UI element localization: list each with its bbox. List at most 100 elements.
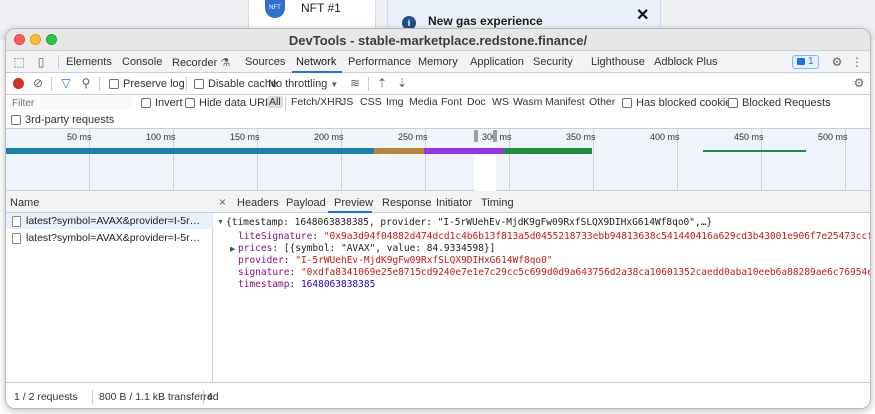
json-line-signature: signature: "0xdfa8341069e25e8715cd9240e7… [238,267,870,278]
more-options-icon[interactable]: ⋮ [850,55,864,69]
network-settings-gear-icon[interactable]: ⚙ [852,76,866,90]
tick-label: 50 ms [67,132,92,142]
close-details-icon[interactable]: × [219,195,226,209]
search-icon[interactable]: ⚲ [79,76,93,90]
tab-security[interactable]: Security [533,56,573,68]
invert-checkbox[interactable] [141,98,151,108]
type-filter-other[interactable]: Other [587,96,617,108]
file-icon [12,233,21,244]
has-blocked-cookies-checkbox[interactable] [622,98,632,108]
preserve-log-checkbox[interactable] [109,79,119,89]
detail-tab-bar: × Headers Payload Preview Response Initi… [213,191,870,213]
active-detail-tab-indicator [328,211,372,213]
json-string-value: "0xdfa8341069e25e8715cd9240e7e1e7c29cc5c… [300,267,870,278]
tab-timing[interactable]: Timing [481,197,514,209]
hide-data-urls-label: Hide data URLs [199,97,277,109]
divider [58,55,59,69]
type-filter-manifest[interactable]: Manifest [543,96,587,108]
overview-selection-window[interactable] [474,148,496,191]
throttling-select[interactable]: No throttling ▼ [268,78,338,90]
tab-network[interactable]: Network [296,56,336,68]
expand-toggle-icon[interactable]: ▼ [217,219,224,226]
window-title: DevTools - stable-marketplace.redstone.f… [288,33,588,48]
tab-application[interactable]: Application [470,56,524,68]
json-line-timestamp: timestamp: 1648063838385 [238,279,376,290]
network-overview-timeline[interactable]: 50 ms 100 ms 150 ms 200 ms 250 ms 300 ms… [6,129,870,191]
filter-icon[interactable]: ▽ [59,76,73,90]
transferred-size: 800 B / 1.1 kB transferred [99,391,219,403]
third-party-checkbox[interactable] [11,115,21,125]
request-bar-ssl [424,148,504,154]
network-toolbar: ⊘ ▽ ⚲ Preserve log Disable cache No thro… [6,73,870,95]
tab-preview[interactable]: Preview [334,197,373,209]
type-filter-img[interactable]: Img [384,96,406,108]
device-toolbar-icon[interactable]: ▯ [34,55,48,69]
type-filter-fetch-xhr[interactable]: Fetch/XHR [289,96,344,108]
third-party-bar: 3rd-party requests [6,112,870,129]
type-filter-ws[interactable]: WS [490,96,511,108]
issues-badge[interactable]: 1 [792,55,819,69]
blocked-requests-checkbox[interactable] [728,98,738,108]
json-key: prices [238,243,273,254]
type-filter-css[interactable]: CSS [358,96,384,108]
network-conditions-icon[interactable]: ≋ [348,76,362,90]
tab-console[interactable]: Console [122,56,162,68]
table-row[interactable]: latest?symbol=AVAX&provider=I-5rWUehEv-M… [6,230,213,246]
name-column-header: Name [10,197,40,209]
selection-left-handle[interactable] [474,130,478,142]
tab-sources[interactable]: Sources [245,56,285,68]
export-har-icon[interactable]: ⇣ [395,76,409,90]
tab-recorder[interactable]: Recorder ⚗ [172,56,230,69]
tab-elements[interactable]: Elements [66,56,112,68]
tab-initiator[interactable]: Initiator [436,197,472,209]
json-line-prices[interactable]: prices: [{symbol: "AVAX", value: 84.9334… [238,243,495,254]
type-filter-js[interactable]: JS [339,96,355,108]
close-icon[interactable]: ✕ [636,5,649,25]
tab-recorder-label: Recorder [172,57,218,69]
request-name: latest?symbol=AVAX&provider=I-5rWUehEv-M… [26,215,210,227]
clear-icon[interactable]: ⊘ [31,76,45,90]
gas-experience-title: New gas experience [428,14,543,28]
inspect-element-icon[interactable]: ⬚ [12,55,26,69]
tick-label: 450 ms [734,132,764,142]
type-filter-media[interactable]: Media [407,96,440,108]
tab-memory[interactable]: Memory [418,56,458,68]
filter-input[interactable] [10,96,132,110]
preview-summary[interactable]: {timestamp: 1648063838385, provider: "I-… [226,217,712,228]
nft-label: NFT #1 [301,1,341,15]
hide-data-urls-checkbox[interactable] [185,98,195,108]
type-filter-font[interactable]: Font [439,96,464,108]
type-filter-doc[interactable]: Doc [465,96,488,108]
tab-payload[interactable]: Payload [286,197,326,209]
divider [99,77,100,91]
type-filter-wasm[interactable]: Wasm [511,96,544,108]
tick-label: 200 ms [314,132,344,142]
flask-icon: ⚗ [220,57,231,69]
request-details: × Headers Payload Preview Response Initi… [213,191,870,408]
request-name: latest?symbol=AVAX&provider=I-5rWUehEv-M… [26,232,210,244]
tab-lighthouse[interactable]: Lighthouse [591,56,645,68]
divider [186,77,187,91]
gear-icon[interactable]: ⚙ [830,55,844,69]
json-array-value: [{symbol: "AVAX", value: 84.9334598}] [283,243,496,254]
throttling-value: No throttling [268,78,328,90]
tab-response[interactable]: Response [382,197,432,209]
expand-toggle-icon[interactable]: ▶ [230,245,235,253]
disable-cache-checkbox[interactable] [194,79,204,89]
request-list: Name latest?symbol=AVAX&provider=I-5rWUe… [6,191,213,408]
type-filter-all[interactable]: All [267,96,283,108]
status-more: 4: [207,391,216,403]
json-string-value: "I-5rWUehEv-MjdK9gFw09RxfSLQX9DIHxG614Wf… [295,255,553,266]
record-button[interactable] [13,78,24,89]
filter-bar: Invert Hide data URLs All Fetch/XHR JS C… [6,95,870,112]
import-har-icon[interactable]: ⇡ [375,76,389,90]
tick-label: 100 ms [146,132,176,142]
tab-performance[interactable]: Performance [348,56,411,68]
preserve-log-label: Preserve log [123,78,185,90]
table-row[interactable]: latest?symbol=AVAX&provider=I-5rWUehEv-M… [6,213,213,229]
request-bar-second [703,150,806,152]
tab-headers[interactable]: Headers [237,197,279,209]
selection-right-handle[interactable] [493,130,497,142]
tab-adblock-plus[interactable]: Adblock Plus [654,56,718,68]
request-list-header[interactable]: Name [6,191,213,213]
